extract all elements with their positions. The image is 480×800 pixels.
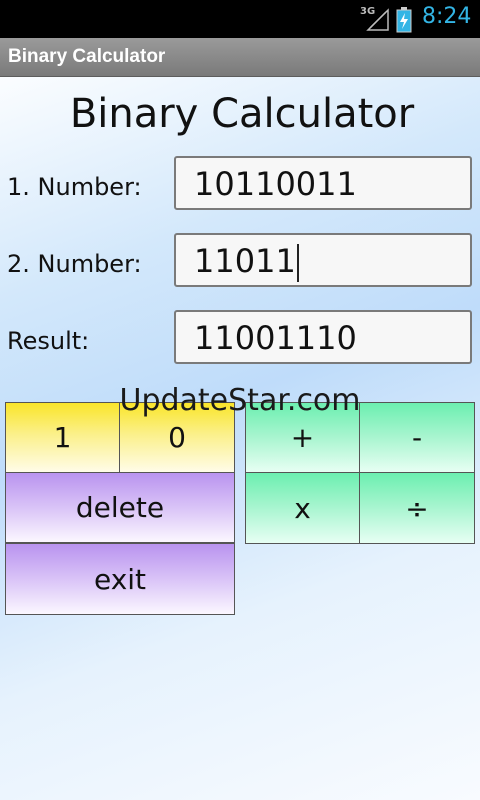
number1-value: 10110011 <box>194 165 357 203</box>
exit-button[interactable]: exit <box>5 543 235 615</box>
number1-field[interactable]: 10110011 <box>174 156 472 210</box>
signal-icon <box>366 8 389 31</box>
window-title: Binary Calculator <box>8 46 166 67</box>
divide-button[interactable]: ÷ <box>359 472 475 544</box>
number2-label: 2. Number: <box>7 250 142 278</box>
result-value: 11001110 <box>194 319 357 357</box>
status-bar: 3G 8:24 <box>0 0 480 38</box>
digit-zero-button[interactable]: 0 <box>119 402 235 473</box>
minus-button[interactable]: - <box>359 402 475 473</box>
battery-charging-icon <box>396 7 412 33</box>
calculator-screen: Binary Calculator 1. Number: 10110011 2.… <box>0 77 480 800</box>
clock: 8:24 <box>422 4 472 29</box>
action-bar: Binary Calculator <box>0 38 480 77</box>
number1-label: 1. Number: <box>7 173 142 201</box>
multiply-button[interactable]: x <box>245 472 360 544</box>
plus-button[interactable]: + <box>245 402 360 473</box>
result-field[interactable]: 11001110 <box>174 310 472 364</box>
delete-button[interactable]: delete <box>5 472 235 543</box>
number2-field[interactable]: 11011 <box>174 233 472 287</box>
number2-value: 11011 <box>194 242 296 280</box>
digit-one-button[interactable]: 1 <box>5 402 120 473</box>
page-title: Binary Calculator <box>69 91 415 137</box>
text-cursor <box>296 244 299 282</box>
result-label: Result: <box>7 327 90 355</box>
